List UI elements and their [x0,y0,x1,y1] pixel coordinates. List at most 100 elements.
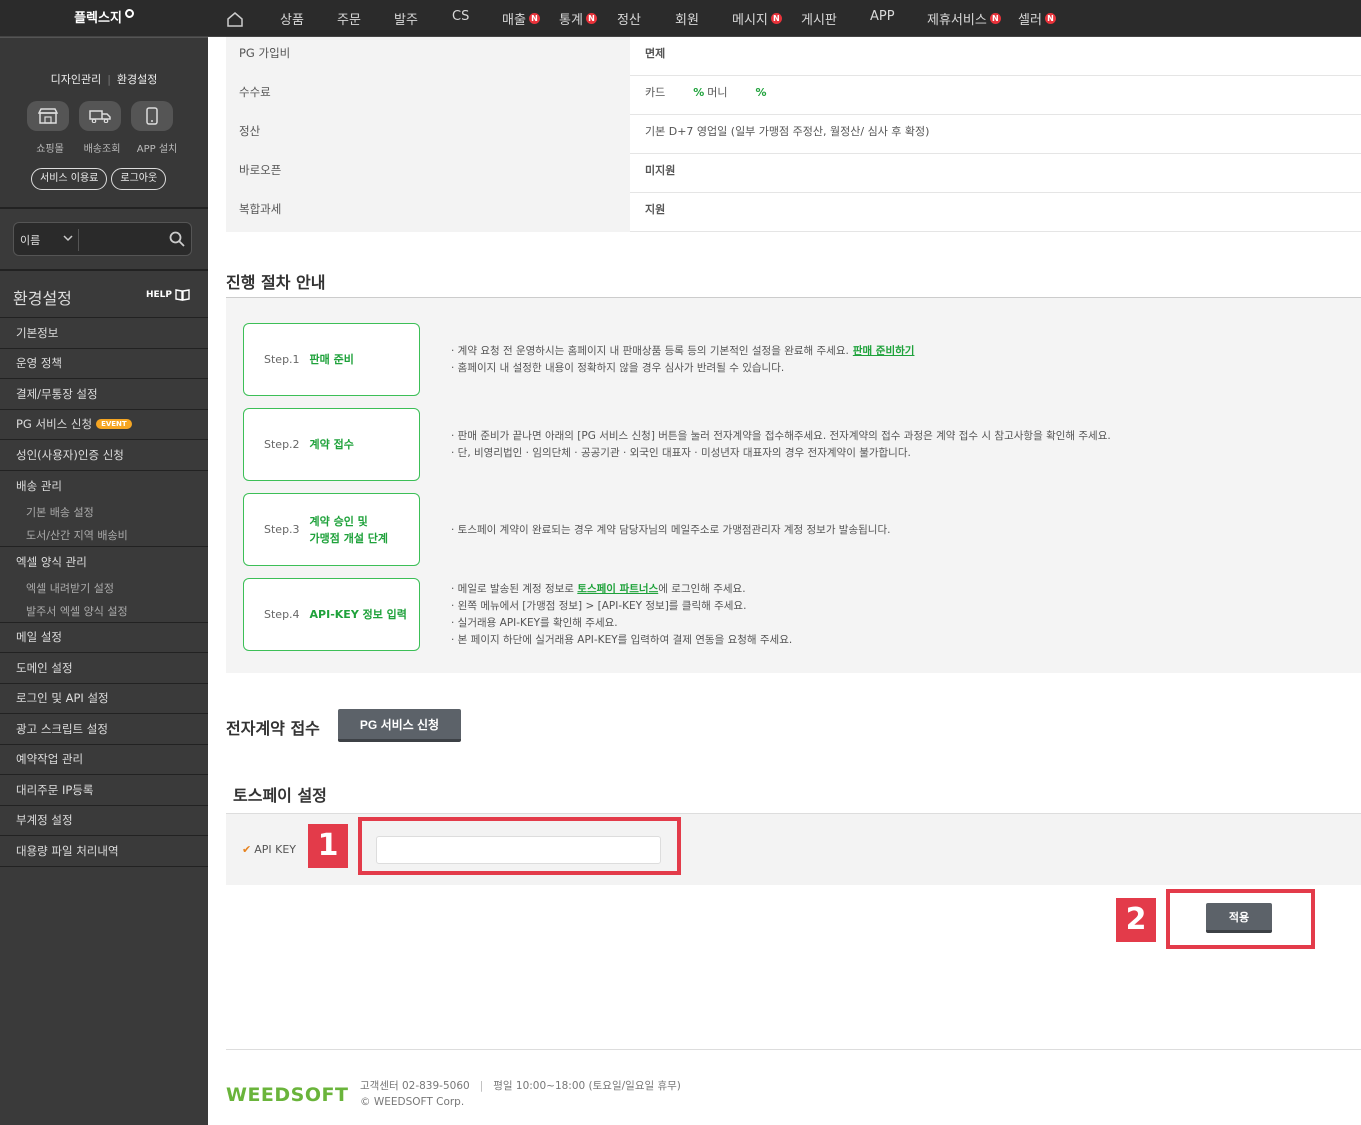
info-row: 수수료 카드% 머니% [226,76,1361,115]
nav-item[interactable]: 게시판 [801,9,837,28]
info-label: 정산 [226,115,630,154]
process-title: 진행 절차 안내 [226,273,326,292]
sidebar-item[interactable]: 기본정보 [0,318,208,349]
sidebar-item[interactable]: 메일 설정 [0,623,208,653]
delivery-label: 배송조회 [83,144,121,155]
main-nav: 상품 주문 발주 CS 매출 N 통계 N 정산 회원 메시지 N 게시판 APP 제휴서비스 N 셀러 N [222,0,1056,37]
sidebar-search: 이름 [13,222,192,256]
toss-partners-link[interactable]: 토스페이 파트너스 [577,583,658,595]
divider [0,207,208,209]
divider [0,269,208,271]
sidebar-item[interactable]: 발주서 엑셀 양식 설정 [0,600,208,623]
sidebar-item[interactable]: 도서/산간 지역 배송비 [0,524,208,547]
check-icon: ✔ [242,843,252,856]
info-row: 바로오픈 미지원 [226,154,1361,193]
sidebar-group[interactable]: 배송 관리 [0,471,208,501]
step-card: Step.1 판매 준비 [243,323,420,396]
info-row: 복합과세 지원 [226,193,1361,232]
step-description: · 메일로 발송된 계정 정보로 토스페이 파트너스에 로그인해 주세요. · 왼… [451,583,793,646]
sidebar-item[interactable]: PG 서비스 신청 EVENT [0,410,208,440]
nav-item[interactable]: 정산 [617,9,641,28]
footer-logo: WEEDSOFT [226,1084,349,1106]
sidebar-item[interactable]: 운영 정책 [0,349,208,379]
sidebar-shortcuts: 디자인관리 | 환경설정 쇼핑몰 배송조회 APP 설치 서비스 이용료 로그아웃 [0,37,208,207]
nav-item[interactable]: 메시지 N [732,9,782,28]
info-row: 정산 기본 D+7 영업일 (일부 가맹점 주정산, 월정산/ 심사 후 확정) [226,115,1361,154]
footer-divider [226,1049,1361,1050]
nav-item[interactable]: 발주 [394,9,418,28]
event-badge: EVENT [96,419,132,430]
sidebar-item[interactable]: 광고 스크립트 설정 [0,714,208,745]
store-label: 쇼핑몰 [36,144,64,155]
nav-item[interactable]: 제휴서비스 N [927,9,1001,28]
annotation-number-2: 2 [1116,898,1156,942]
step-title: API-KEY 정보 입력 [309,608,407,621]
chevron-down-icon[interactable] [61,231,75,245]
info-label: 바로오픈 [226,154,630,193]
nav-item[interactable]: APP [870,9,895,24]
step-number: Step.3 [264,523,300,536]
new-badge: N [989,13,1001,24]
step-number: Step.2 [264,438,300,451]
nav-item[interactable]: 상품 [280,9,304,28]
sidebar-item[interactable]: 결제/무통장 설정 [0,379,208,410]
sidebar-item[interactable]: 대용량 파일 처리내역 [0,836,208,867]
sidebar-item[interactable]: 도메인 설정 [0,653,208,684]
step-description: · 토스페이 계약이 완료되는 경우 계약 담당자님의 메일주소로 가맹점관리자… [451,523,891,536]
api-key-label: ✔ API KEY [242,843,297,856]
sales-prep-link[interactable]: 판매 준비하기 [853,345,915,357]
new-badge: N [770,13,782,24]
brand-name: 플렉스지 [74,11,122,26]
sidebar-item[interactable]: 부계정 설정 [0,806,208,836]
new-badge: N [528,13,540,24]
truck-icon[interactable] [79,101,121,131]
step-title: 계약 접수 [309,438,354,451]
step-card: Step.4 API-KEY 정보 입력 [243,578,420,651]
logout-button[interactable]: 로그아웃 [111,168,167,190]
search-icon[interactable] [169,231,185,247]
info-label: 복합과세 [226,193,630,232]
nav-item[interactable]: 매출 N [502,9,540,28]
new-badge: N [1044,13,1056,24]
sidebar-item[interactable]: 성인(사용자)인증 신청 [0,440,208,471]
brand-logo[interactable]: 플렉스지 [0,0,208,37]
sidebar-group[interactable]: 엑셀 양식 관리 [0,547,208,577]
nav-item[interactable]: 주문 [337,9,361,28]
phone-icon[interactable] [131,101,173,131]
step-title: 계약 승인 및 가맹점 개설 단계 [309,514,389,545]
settings-link[interactable]: 환경설정 [117,73,157,86]
info-value: 카드% 머니% [645,86,767,99]
footer-contact: 고객센터 02-839-5060 | 평일 10:00~18:00 (토요일/일요일… [360,1080,681,1092]
sidebar-title: 환경설정 [13,289,72,308]
app-install-label: APP 설치 [136,144,178,155]
new-badge: N [585,13,597,24]
highlight-box-1 [358,817,681,875]
pg-service-apply-button[interactable]: PG 서비스 신청 [338,709,461,742]
help-button[interactable]: HELP [146,289,190,301]
top-bar: 플렉스지 상품 주문 발주 CS 매출 N 통계 N 정산 회원 메시지 N 게시판 APP 제휴서비스 N 셀… [0,0,1361,37]
info-value: 면제 [645,47,666,60]
apply-button[interactable]: 적용 [1206,903,1272,933]
sidebar-item[interactable]: 엑셀 내려받기 설정 [0,577,208,600]
info-label: PG 가입비 [226,37,630,76]
sidebar-item[interactable]: 로그인 및 API 설정 [0,684,208,714]
info-value: 지원 [645,203,666,216]
nav-item[interactable]: CS [452,9,469,24]
sidebar-item[interactable]: 대리주문 IP등록 [0,775,208,806]
nav-item[interactable]: 셀러 N [1018,9,1056,28]
nav-item[interactable]: 회원 [675,9,699,28]
step-title: 판매 준비 [309,353,354,366]
info-row: PG 가입비 면제 [226,37,1361,76]
sidebar-item[interactable]: 예약작업 관리 [0,745,208,775]
step-card: Step.2 계약 접수 [243,408,420,481]
contract-title: 전자계약 접수 [226,719,320,738]
service-fee-button[interactable]: 서비스 이용료 [31,168,108,190]
step-description: · 판매 준비가 끝나면 아래의 [PG 서비스 신청] 버튼을 눌러 전자계약… [451,430,1111,459]
nav-item[interactable]: 통계 N [559,9,597,28]
search-type-select[interactable]: 이름 [20,232,40,248]
process-steps: Step.1 판매 준비 · 계약 요청 전 운영하시는 홈페이지 내 판매상품 등… [226,298,1361,673]
design-manage-link[interactable]: 디자인관리 [51,73,102,86]
home-icon[interactable] [222,9,248,29]
store-icon[interactable] [27,101,69,131]
sidebar-item[interactable]: 기본 배송 설정 [0,501,208,524]
